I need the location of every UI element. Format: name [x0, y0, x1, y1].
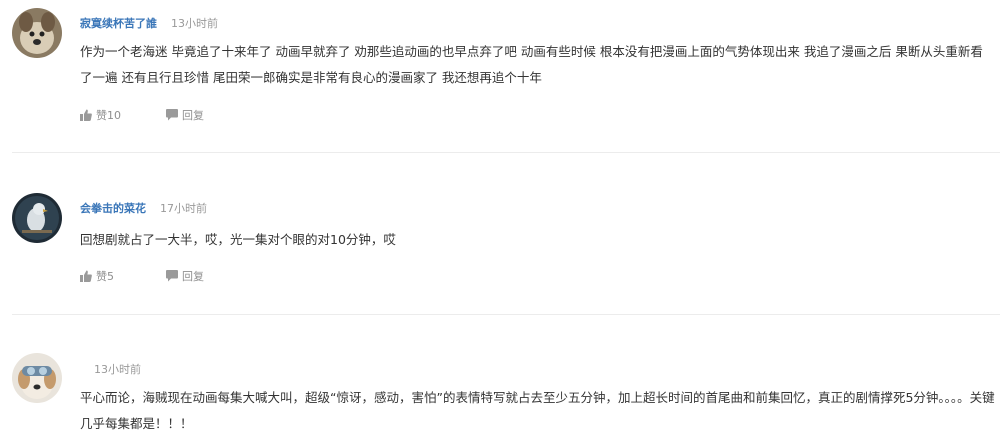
thumbs-up-icon — [80, 109, 96, 121]
like-button[interactable]: 赞10 — [80, 107, 121, 123]
reply-button[interactable]: 回复 — [166, 107, 204, 123]
comment-item: 寂寞续杯苦了誰 13小时前 作为一个老海迷 毕竟追了十来年了 动画早就弃了 劝那些… — [0, 0, 1000, 152]
comment-bubble-icon — [166, 270, 182, 282]
timestamp: 13小时前 — [94, 363, 141, 376]
user-avatar[interactable] — [12, 8, 62, 58]
user-avatar[interactable] — [12, 353, 62, 403]
comment-text: 平心而论，海贼现在动画每集大喊大叫，超级“惊讶，感动，害怕”的表情特写就占去至少… — [80, 390, 995, 431]
comment-bubble-icon — [166, 109, 182, 121]
timestamp: 17小时前 — [160, 202, 207, 215]
user-avatar[interactable] — [12, 193, 62, 243]
reply-button[interactable]: 回复 — [166, 268, 204, 284]
timestamp: 13小时前 — [171, 17, 218, 30]
thumbs-up-icon — [80, 270, 96, 282]
username-link[interactable]: 寂寞续杯苦了誰 — [80, 17, 157, 30]
like-button[interactable]: 赞5 — [80, 268, 114, 284]
comment-text: 作为一个老海迷 毕竟追了十来年了 动画早就弃了 劝那些追动画的也早点弃了吧 动画… — [80, 44, 983, 85]
comment-text: 回想剧就占了一大半，哎，光一集对个眼的对10分钟，哎 — [80, 232, 396, 247]
comment-meta: 13小时前 — [80, 363, 141, 377]
comment-meta: 会拳击的菜花 17小时前 — [80, 202, 207, 216]
like-count: 赞10 — [96, 109, 121, 122]
like-count: 赞5 — [96, 270, 114, 283]
comment-meta: 寂寞续杯苦了誰 13小时前 — [80, 17, 218, 31]
reply-label: 回复 — [182, 109, 204, 122]
username-link[interactable]: 会拳击的菜花 — [80, 202, 146, 215]
reply-label: 回复 — [182, 270, 204, 283]
comment-item: 13小时前 平心而论，海贼现在动画每集大喊大叫，超级“惊讶，感动，害怕”的表情特… — [0, 315, 1000, 439]
comment-item: 会拳击的菜花 17小时前 回想剧就占了一大半，哎，光一集对个眼的对10分钟，哎 赞… — [0, 153, 1000, 313]
